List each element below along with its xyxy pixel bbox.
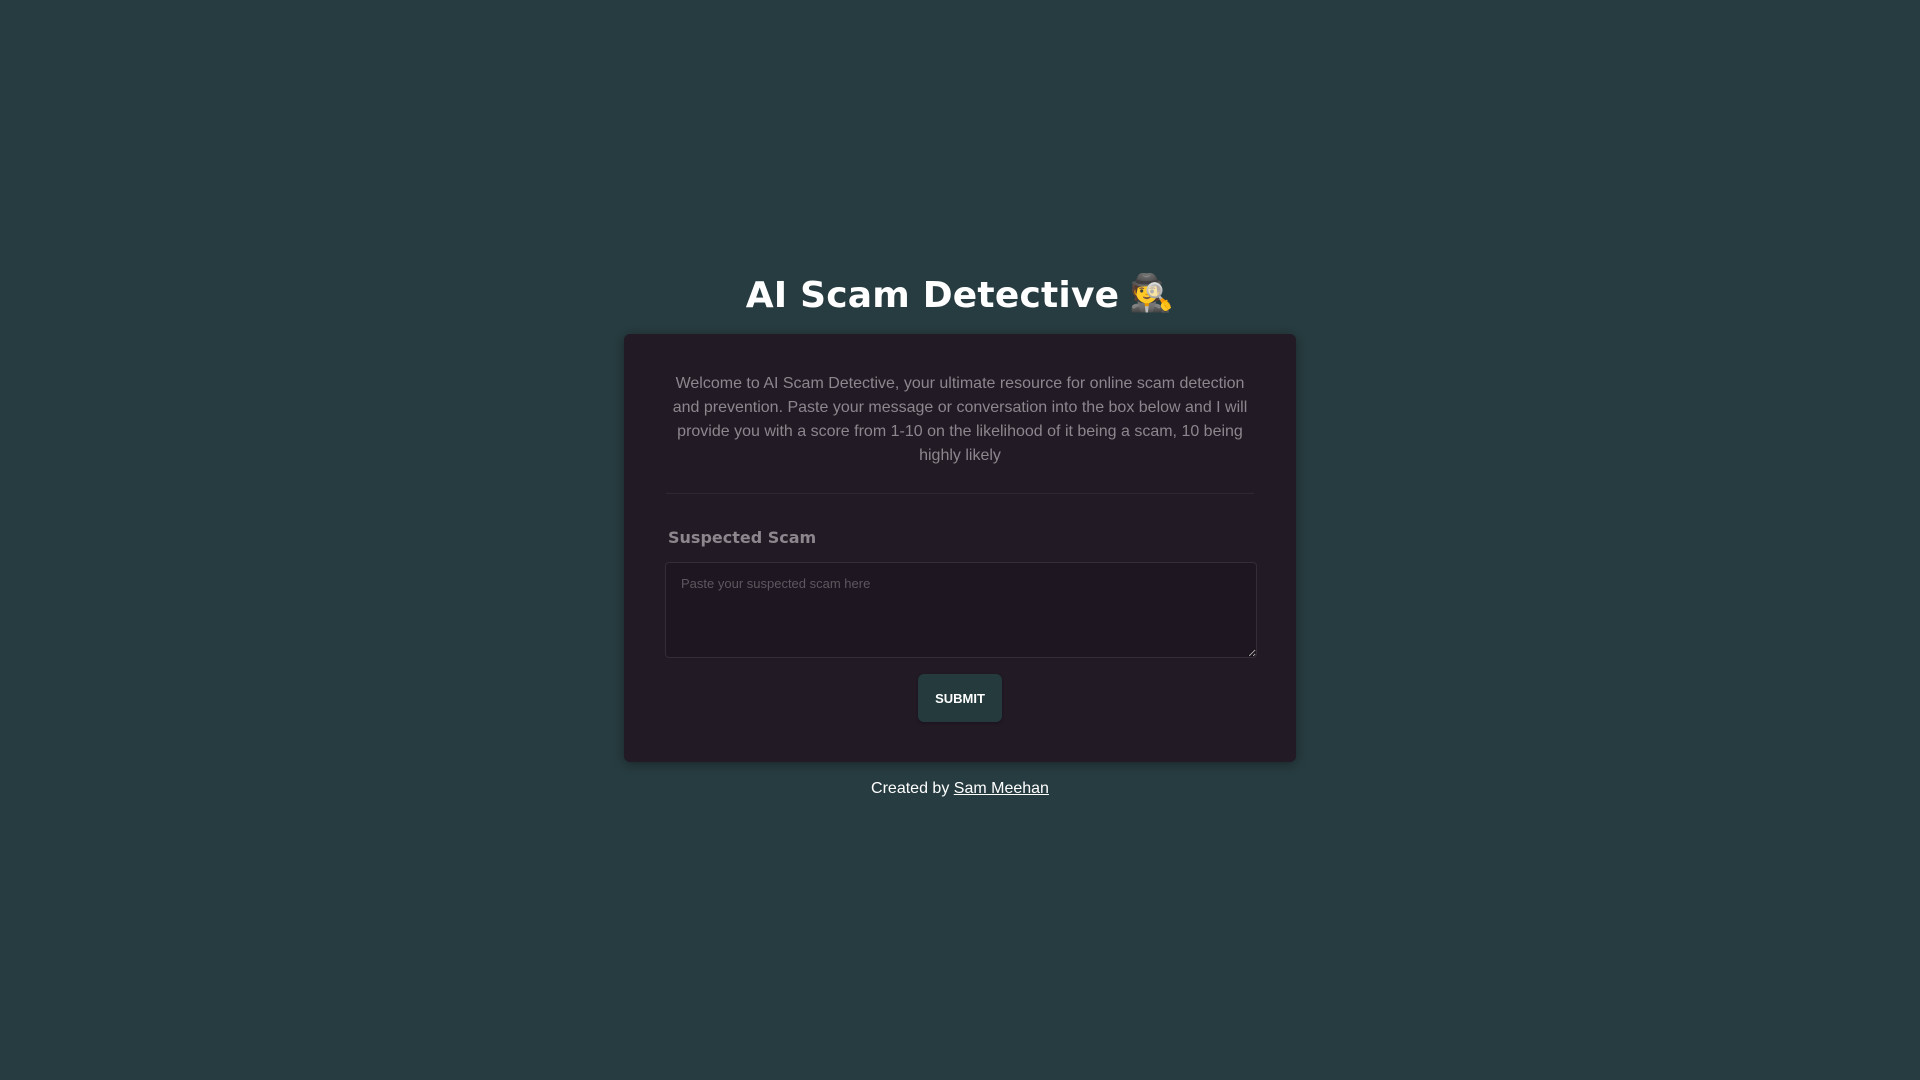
page: AI Scam Detective 🕵️ Welcome to AI Scam D… [0,0,1920,1080]
detective-icon: 🕵️ [1129,273,1175,314]
page-title: AI Scam Detective 🕵️ [0,270,1920,323]
submit-button[interactable]: SUBMIT [918,674,1002,722]
intro-text: Welcome to AI Scam Detective, your ultim… [672,375,1248,464]
footer-prefix: Created by [871,780,950,797]
page-title-text: AI Scam Detective [745,275,1120,316]
author-link[interactable]: Sam Meehan [954,780,1049,797]
footer: Created by Sam Meehan [0,778,1920,800]
divider [666,493,1254,494]
suspected-scam-input[interactable] [665,562,1257,658]
detector-card: Welcome to AI Scam Detective, your ultim… [624,334,1296,762]
suspected-scam-label: Suspected Scam [668,528,817,547]
